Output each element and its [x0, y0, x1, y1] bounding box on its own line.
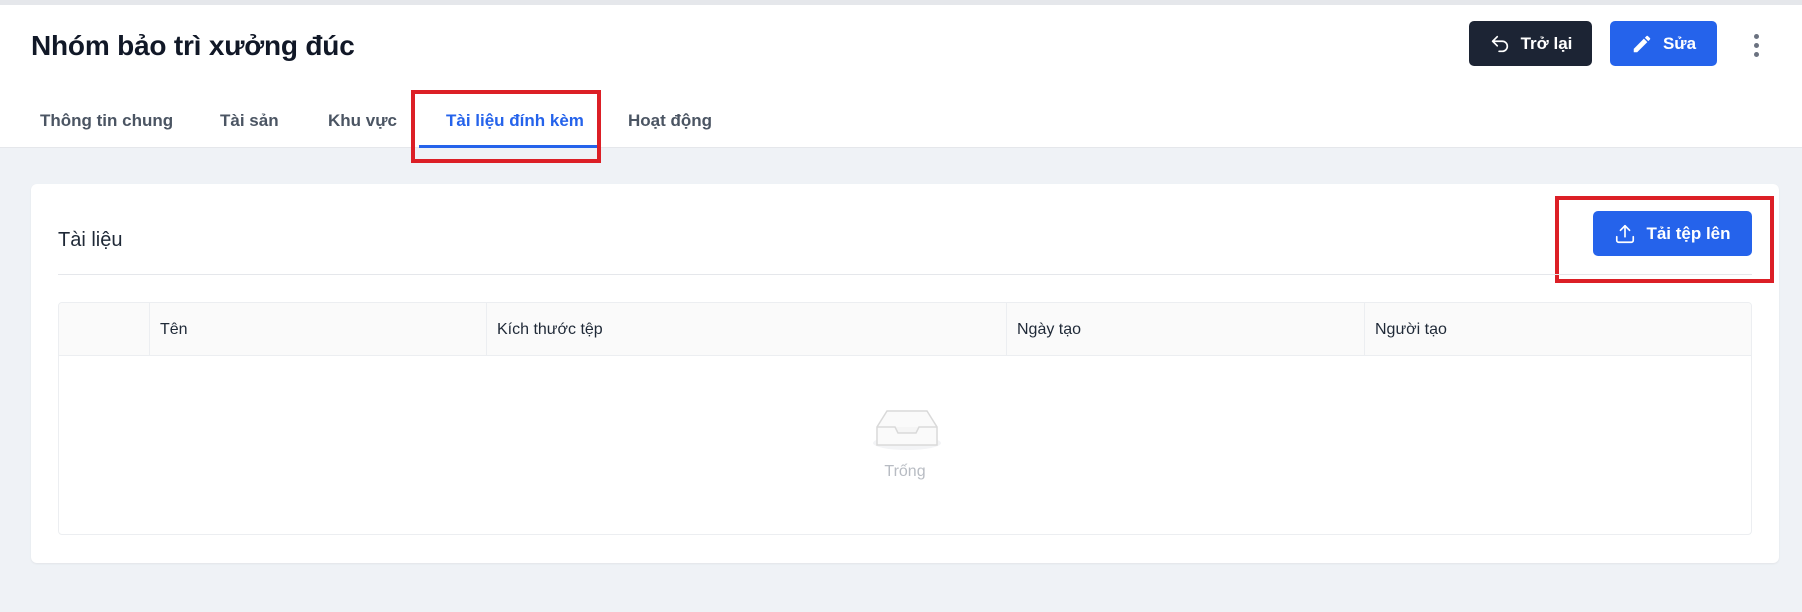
more-vertical-icon[interactable] [1744, 30, 1768, 60]
documents-table: Tên Kích thước tệp Ngày tạo Người tạo Tr… [58, 302, 1752, 535]
edit-button[interactable]: Sửa [1610, 21, 1717, 66]
section-divider [58, 274, 1752, 275]
pencil-icon [1633, 35, 1651, 52]
tab-activity[interactable]: Hoạt động [628, 111, 712, 131]
column-header-file-size[interactable]: Kích thước tệp [486, 303, 1006, 356]
column-header-name[interactable]: Tên [149, 303, 486, 356]
tab-attachments[interactable]: Tài liệu đính kèm [446, 111, 584, 131]
back-button-label: Trở lại [1520, 33, 1573, 53]
undo-icon [1491, 35, 1508, 52]
back-button[interactable]: Trở lại [1469, 21, 1592, 66]
tab-bar: Thông tin chung Tài sản Khu vực Tài liệu… [0, 95, 800, 148]
column-header-created-by[interactable]: Người tạo [1364, 303, 1751, 356]
tab-areas[interactable]: Khu vực [328, 111, 397, 131]
column-header-created-date[interactable]: Ngày tạo [1006, 303, 1364, 356]
table-header: Tên Kích thước tệp Ngày tạo Người tạo [59, 303, 1751, 356]
tab-assets[interactable]: Tài sản [220, 111, 279, 131]
page-title: Nhóm bảo trì xưởng đúc [31, 30, 355, 61]
tab-general-info[interactable]: Thông tin chung [40, 111, 173, 131]
active-tab-indicator [419, 145, 598, 148]
documents-section-title: Tài liệu [58, 229, 123, 251]
empty-state-text: Trống [884, 463, 926, 480]
empty-inbox-icon [873, 410, 941, 450]
column-header-select [59, 303, 149, 356]
upload-file-button-label: Tải tệp lên [1646, 223, 1731, 243]
upload-file-button[interactable]: Tải tệp lên [1593, 211, 1752, 256]
upload-icon [1616, 224, 1635, 243]
edit-button-label: Sửa [1662, 33, 1697, 53]
